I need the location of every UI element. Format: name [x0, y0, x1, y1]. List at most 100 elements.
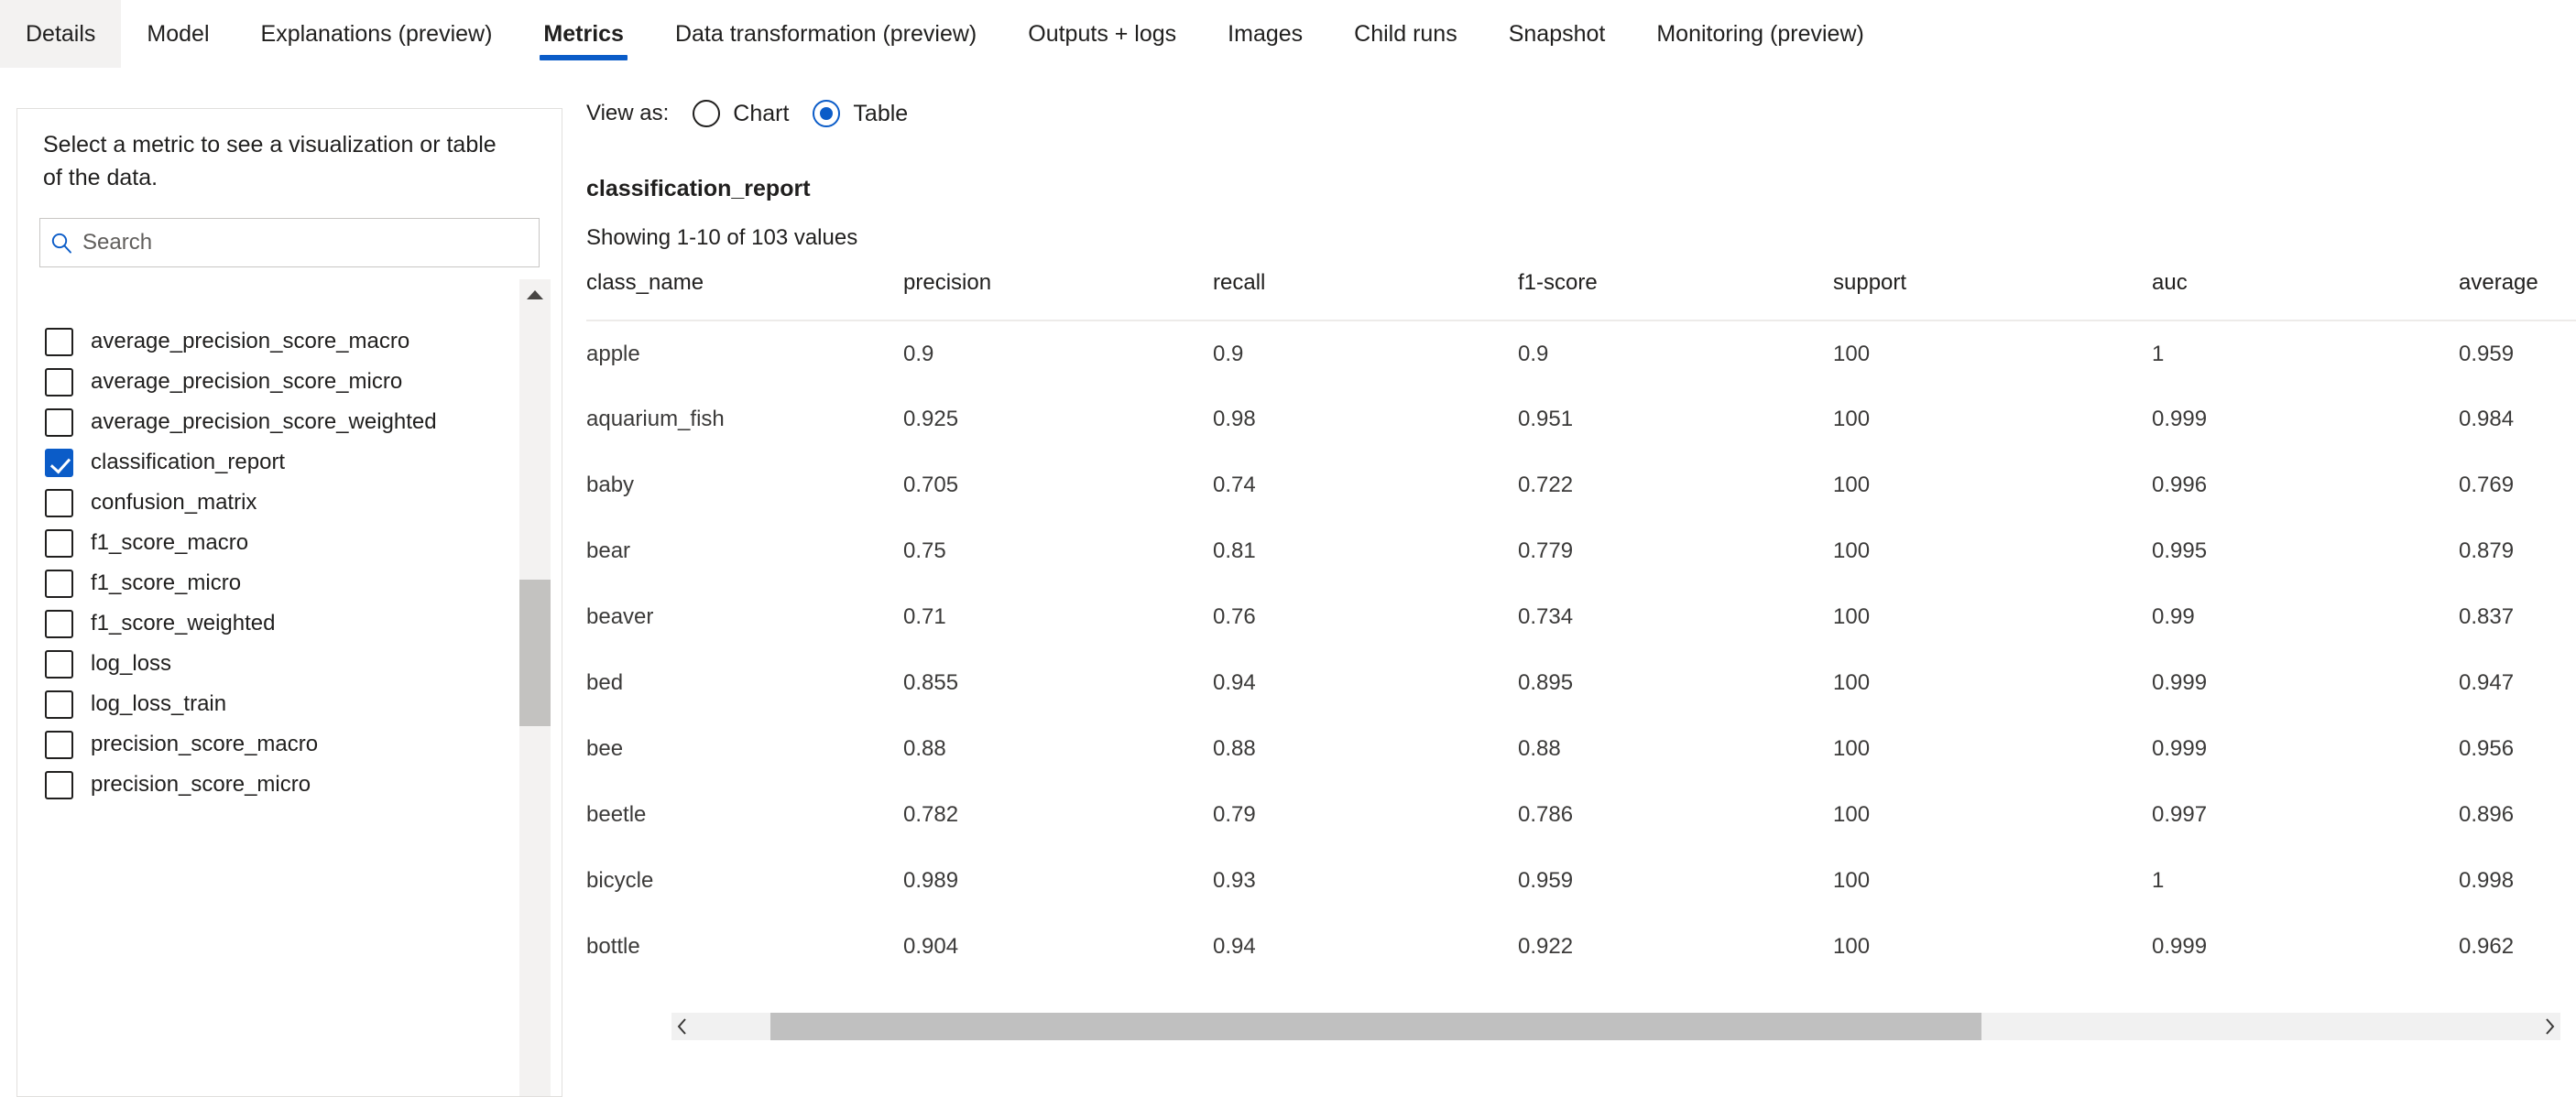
table-cell: 0.995: [2152, 518, 2459, 584]
search-box[interactable]: [39, 218, 540, 267]
metric-list-item[interactable]: confusion_matrix: [17, 484, 562, 521]
metric-list-item[interactable]: log_loss: [17, 646, 562, 682]
tab-model[interactable]: Model: [121, 0, 235, 68]
table-cell: 0.99: [2152, 584, 2459, 650]
metric-list-item-label: confusion_matrix: [91, 490, 257, 516]
view-as-option-chart[interactable]: Chart: [693, 100, 789, 127]
table-row: bicycle0.9890.930.95910010.998: [586, 848, 2576, 914]
tab-label: Images: [1228, 21, 1303, 48]
table-cell: 1: [2152, 848, 2459, 914]
tab-label: Outputs + logs: [1028, 21, 1176, 48]
tab-label: Explanations (preview): [261, 21, 493, 48]
search-input[interactable]: [82, 230, 539, 255]
tab-outputs-logs[interactable]: Outputs + logs: [1002, 0, 1202, 68]
scrollbar-track-horizontal[interactable]: [693, 1013, 2538, 1040]
metrics-content: View as: Chart Table classification_repor…: [586, 92, 2576, 1070]
column-header[interactable]: recall: [1213, 270, 1518, 320]
column-header[interactable]: support: [1833, 270, 2152, 320]
tab-explanations-preview[interactable]: Explanations (preview): [235, 0, 518, 68]
table-cell: 0.88: [1213, 716, 1518, 782]
table-cell: bed: [586, 650, 903, 716]
chevron-up-icon[interactable]: [519, 279, 551, 310]
metric-list-item[interactable]: average_precision_score_micro: [17, 364, 562, 400]
table-cell: 0.769: [2459, 452, 2576, 518]
checkbox-unchecked-icon[interactable]: [45, 731, 73, 759]
panel-hint-text: Select a metric to see a visualization o…: [17, 109, 530, 194]
table-row: apple0.90.90.910010.959: [586, 320, 2576, 386]
table-cell: 0.959: [2459, 320, 2576, 386]
table-row: bed0.8550.940.8951000.9990.947: [586, 650, 2576, 716]
chevron-right-icon[interactable]: [2538, 1013, 2560, 1040]
metric-list-item[interactable]: log_loss_train: [17, 686, 562, 722]
view-as-option-table[interactable]: Table: [813, 100, 908, 127]
metric-list-item[interactable]: f1_score_micro: [17, 565, 562, 602]
column-header[interactable]: auc: [2152, 270, 2459, 320]
table-cell: 0.989: [903, 848, 1213, 914]
checkbox-unchecked-icon[interactable]: [45, 690, 73, 719]
tab-label: Details: [26, 21, 95, 48]
checkbox-checked-icon[interactable]: [45, 449, 73, 477]
tab-monitoring-preview[interactable]: Monitoring (preview): [1631, 0, 1889, 68]
table-row: beetle0.7820.790.7861000.9970.896: [586, 782, 2576, 848]
scrollbar-thumb-vertical[interactable]: [519, 580, 551, 726]
table-cell: baby: [586, 452, 903, 518]
table-row: aquarium_fish0.9250.980.9511000.9990.984: [586, 386, 2576, 452]
table-cell: 0.996: [2152, 452, 2459, 518]
table-cell: bear: [586, 518, 903, 584]
checkbox-unchecked-icon[interactable]: [45, 328, 73, 356]
metric-list-item[interactable]: classification_report: [17, 444, 562, 481]
table-cell: 0.984: [2459, 386, 2576, 452]
table-cell: 0.93: [1213, 848, 1518, 914]
radio-unselected-icon[interactable]: [693, 100, 720, 127]
view-as-option-label: Chart: [733, 101, 789, 127]
column-header[interactable]: average: [2459, 270, 2576, 320]
table-cell: bicycle: [586, 848, 903, 914]
metrics-table-scroll-area: class_nameprecisionrecallf1-scoresupport…: [586, 270, 2576, 1070]
table-cell: 0.895: [1518, 650, 1833, 716]
table-cell: 0.734: [1518, 584, 1833, 650]
checkbox-unchecked-icon[interactable]: [45, 570, 73, 598]
checkbox-unchecked-icon[interactable]: [45, 771, 73, 799]
checkbox-unchecked-icon[interactable]: [45, 368, 73, 396]
metric-list-item-label: log_loss: [91, 651, 171, 677]
checkbox-unchecked-icon[interactable]: [45, 529, 73, 558]
metric-list-item-label: average_precision_score_weighted: [91, 409, 437, 435]
metric-title: classification_report: [586, 176, 2576, 202]
view-as-label: View as:: [586, 101, 669, 126]
tab-details[interactable]: Details: [0, 0, 121, 68]
checkbox-unchecked-icon[interactable]: [45, 489, 73, 517]
table-horizontal-scrollbar[interactable]: [671, 1013, 2560, 1040]
table-cell: 0.88: [903, 716, 1213, 782]
metric-list-item[interactable]: average_precision_score_macro: [17, 323, 562, 360]
metric-list-item[interactable]: f1_score_weighted: [17, 605, 562, 642]
table-cell: 0.722: [1518, 452, 1833, 518]
tab-child-runs[interactable]: Child runs: [1328, 0, 1483, 68]
column-header[interactable]: f1-score: [1518, 270, 1833, 320]
metric-list-item[interactable]: precision_score_macro: [17, 726, 562, 763]
scrollbar-thumb-horizontal[interactable]: [770, 1013, 1981, 1040]
chevron-left-icon[interactable]: [671, 1013, 693, 1040]
checkbox-unchecked-icon[interactable]: [45, 610, 73, 638]
metric-list-scrollbar[interactable]: [519, 279, 551, 1096]
tab-snapshot[interactable]: Snapshot: [1483, 0, 1632, 68]
column-header[interactable]: class_name: [586, 270, 903, 320]
table-cell: 1: [2152, 320, 2459, 386]
table-cell: 0.81: [1213, 518, 1518, 584]
table-cell: aquarium_fish: [586, 386, 903, 452]
tab-data-transformation-preview[interactable]: Data transformation (preview): [649, 0, 1002, 68]
metric-list-item[interactable]: f1_score_macro: [17, 525, 562, 561]
metric-list-item-label: average_precision_score_micro: [91, 369, 402, 395]
radio-selected-icon[interactable]: [813, 100, 840, 127]
tab-metrics[interactable]: Metrics: [518, 0, 649, 68]
table-cell: 0.956: [2459, 716, 2576, 782]
metric-list-item[interactable]: average_precision_score_weighted: [17, 404, 562, 440]
checkbox-unchecked-icon[interactable]: [45, 408, 73, 437]
tab-images[interactable]: Images: [1202, 0, 1328, 68]
metric-list-item-label: precision_score_macro: [91, 732, 318, 757]
table-row: bottle0.9040.940.9221000.9990.962: [586, 914, 2576, 980]
metric-selector-panel: Select a metric to see a visualization o…: [16, 108, 562, 1097]
metric-list-item[interactable]: precision_score_micro: [17, 766, 562, 803]
column-header[interactable]: precision: [903, 270, 1213, 320]
tab-label: Monitoring (preview): [1656, 21, 1863, 48]
checkbox-unchecked-icon[interactable]: [45, 650, 73, 679]
